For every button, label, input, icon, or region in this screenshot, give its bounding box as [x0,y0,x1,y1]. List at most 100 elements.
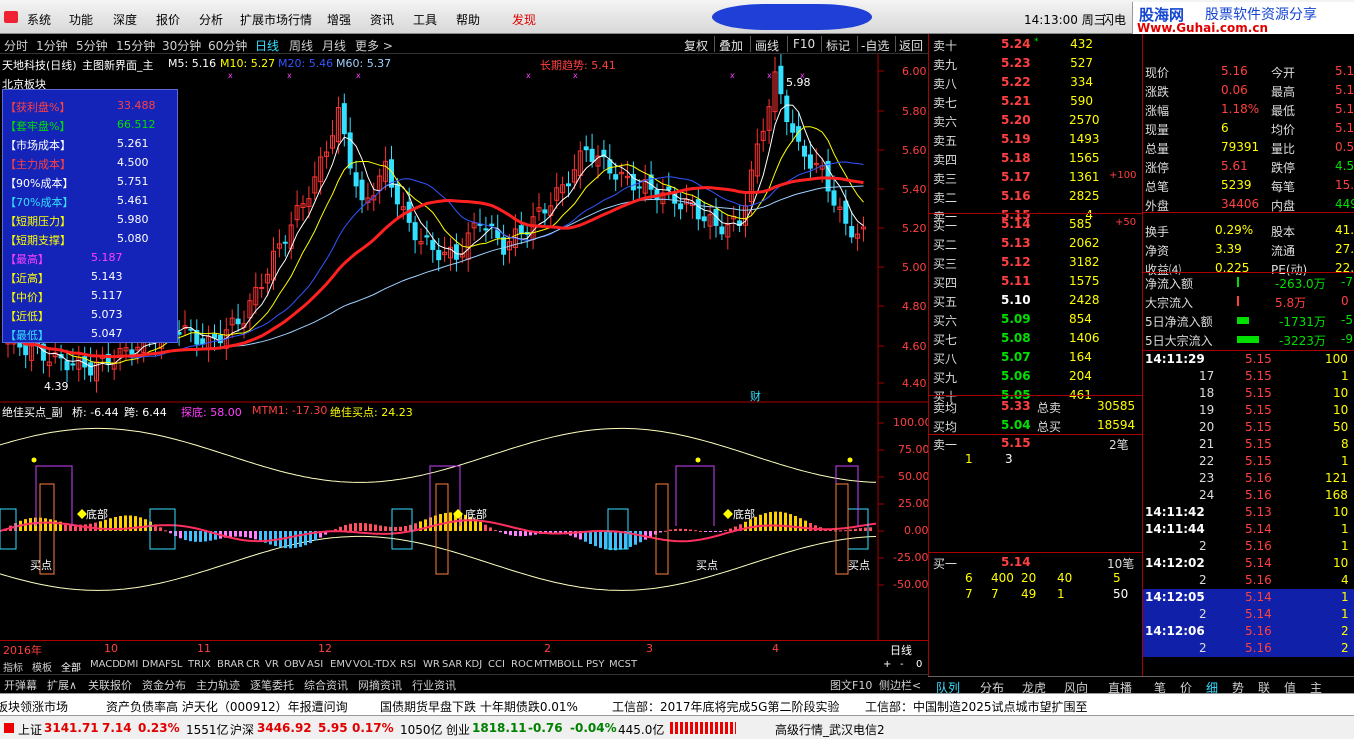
indicator-tab-3[interactable]: MACD [90,659,120,670]
indicator-tab-8[interactable]: BRAR [217,659,244,670]
period-tab[interactable]: 5分钟 [76,37,108,54]
buy-row[interactable]: 买八 5.07 164 [929,348,1143,367]
mark-button[interactable]: 标记 [826,37,850,54]
indicator-tab-0[interactable]: 指标 [3,659,23,674]
indicator-tab-15[interactable]: RSI [400,659,416,670]
indicator-tab-22[interactable]: BOLL [557,659,583,670]
indicator-tab-14[interactable]: VOL-TDX [353,659,396,670]
tick-row[interactable]: 22 5.15 1 [1143,453,1354,470]
menu-discover[interactable]: 发现 [512,11,536,28]
menu-help[interactable]: 帮助 [456,11,480,28]
indicator-tab-21[interactable]: MTM [534,659,557,670]
tick-row[interactable]: 2 5.16 1 [1143,538,1354,555]
sell-row[interactable]: 卖十 5.24 432 * [929,35,1143,54]
indicator-tab-5[interactable]: DMA [142,659,165,670]
menu-info[interactable]: 资讯 [370,11,394,28]
indicator-tab-18[interactable]: KDJ [465,659,482,670]
function-tab-7[interactable]: 网摘资讯 [358,677,402,693]
indicator-tab-20[interactable]: ROC [511,659,533,670]
period-tab[interactable]: 30分钟 [162,37,201,54]
indicator-tab-12[interactable]: ASI [307,659,323,670]
more-periods[interactable]: 更多 > [355,37,393,54]
menu-quote[interactable]: 报价 [156,11,180,28]
watchlist-button[interactable]: -自选 [861,37,889,54]
tick-row[interactable]: 23 5.16 121 [1143,470,1354,487]
indicator-tab-13[interactable]: EMV [330,659,352,670]
function-tab-5[interactable]: 逐笔委托 [250,677,294,693]
zoom-button[interactable]: - [900,659,904,670]
buy-row[interactable]: 买七 5.08 1406 [929,329,1143,348]
buy-row[interactable]: 买五 5.10 2428 [929,291,1143,310]
period-tab-daily[interactable]: 日线 [255,37,279,54]
sidebar-toggle[interactable]: 侧边栏< [879,677,921,693]
tick-row[interactable]: 14:12:02 5.14 10 [1143,555,1354,572]
indicator-tab-7[interactable]: TRIX [188,659,211,670]
sell-row[interactable]: 卖五 5.19 1493 [929,130,1143,149]
indicator-tab-23[interactable]: PSY [586,659,605,670]
period-tab[interactable]: 周线 [289,37,313,54]
tick-row[interactable]: 24 5.16 168 [1143,487,1354,504]
menu-enhance[interactable]: 增强 [327,11,351,28]
sell-row[interactable]: 卖七 5.21 590 [929,92,1143,111]
buy-row[interactable]: 买六 5.09 854 [929,310,1143,329]
overlay-button[interactable]: 叠加 [719,37,743,54]
buy-row[interactable]: 买二 5.13 2062 [929,234,1143,253]
period-indicator[interactable]: 日线 [890,642,912,658]
finance-marker[interactable]: 财 [750,388,761,404]
buy-row[interactable]: 买四 5.11 1575 [929,272,1143,291]
tick-row[interactable]: 21 5.15 8 [1143,436,1354,453]
tick-row[interactable]: 14:12:06 5.16 2 [1143,623,1354,640]
server-info[interactable]: 高级行情_武汉电信2 [775,721,885,738]
tick-row[interactable]: 2 5.14 1 [1143,606,1354,623]
indicator-tab-16[interactable]: WR [423,659,440,670]
sell-row[interactable]: 卖三 5.17 1361 +100 [929,168,1143,187]
sell-row[interactable]: 卖四 5.18 1565 [929,149,1143,168]
menu-extended-market[interactable]: 扩展市场行情 [240,11,312,28]
sell-row[interactable]: 卖二 5.16 2825 [929,187,1143,206]
zoom-button[interactable]: + [883,659,891,670]
menu-depth[interactable]: 深度 [113,11,137,28]
period-tab[interactable]: 60分钟 [208,37,247,54]
back-button[interactable]: 返回 [899,37,923,54]
menu-system[interactable]: 系统 [27,11,51,28]
indicator-tab-10[interactable]: VR [265,659,279,670]
sell-row[interactable]: 卖六 5.20 2570 [929,111,1143,130]
function-tab-6[interactable]: 综合资讯 [304,677,348,693]
tick-row[interactable]: 17 5.15 1 [1143,368,1354,385]
f10-button[interactable]: F10 [793,37,815,51]
function-tab-4[interactable]: 主力轨迹 [196,677,240,693]
draw-line-button[interactable]: 画线 [755,37,779,54]
tick-row[interactable]: 14:11:29 5.15 100 [1143,351,1354,368]
menu-function[interactable]: 功能 [69,11,93,28]
restore-rights-button[interactable]: 复权 [684,37,708,54]
indicator-tab-6[interactable]: FSL [165,659,183,670]
period-tab[interactable]: 15分钟 [116,37,155,54]
buy-row[interactable]: 买九 5.06 204 [929,367,1143,386]
buy-row[interactable]: 买三 5.12 3182 [929,253,1143,272]
tick-row[interactable]: 18 5.15 10 [1143,385,1354,402]
tick-row[interactable]: 2 5.16 2 [1143,640,1354,657]
indicator-tab-17[interactable]: SAR [442,659,462,670]
function-tab-0[interactable]: 开弹幕 [4,677,37,693]
function-tab-3[interactable]: 资金分布 [142,677,186,693]
tick-row[interactable]: 20 5.15 50 [1143,419,1354,436]
ticker-item[interactable]: 资产负债率高 泸天化（000912）年报遭问询 [106,698,348,715]
indicator-tab-2[interactable]: 全部 [61,659,81,674]
indicator-tab-9[interactable]: CR [246,659,260,670]
tick-row[interactable]: 14:11:42 5.13 10 [1143,504,1354,521]
period-tab[interactable]: 分时 [4,37,28,54]
indicator-tab-24[interactable]: MCST [609,659,637,670]
function-tab-2[interactable]: 关联报价 [88,677,132,693]
chip-info-box[interactable]: 【获利盘%】 33.488 【套牢盘%】 66.512 【市场成本】 5.261 【主… [2,89,178,343]
ticker-item[interactable]: 国债期货早盘下跌 十年期债跌0.01% [380,698,578,715]
zoom-button[interactable]: 0 [916,659,922,670]
menu-tools[interactable]: 工具 [413,11,437,28]
ticker-item[interactable]: 工信部：2017年底将完成5G第二阶段实验 [612,698,839,715]
period-tab[interactable]: 1分钟 [36,37,68,54]
flash-button[interactable]: 闪电 [1102,11,1126,28]
function-tab-8[interactable]: 行业资讯 [412,677,456,693]
ticker-item[interactable]: 板块领涨市场 [0,698,68,715]
tick-row[interactable]: 2 5.16 4 [1143,572,1354,589]
function-tab-1[interactable]: 扩展∧ [47,677,77,693]
sell-row[interactable]: 卖九 5.23 527 [929,54,1143,73]
